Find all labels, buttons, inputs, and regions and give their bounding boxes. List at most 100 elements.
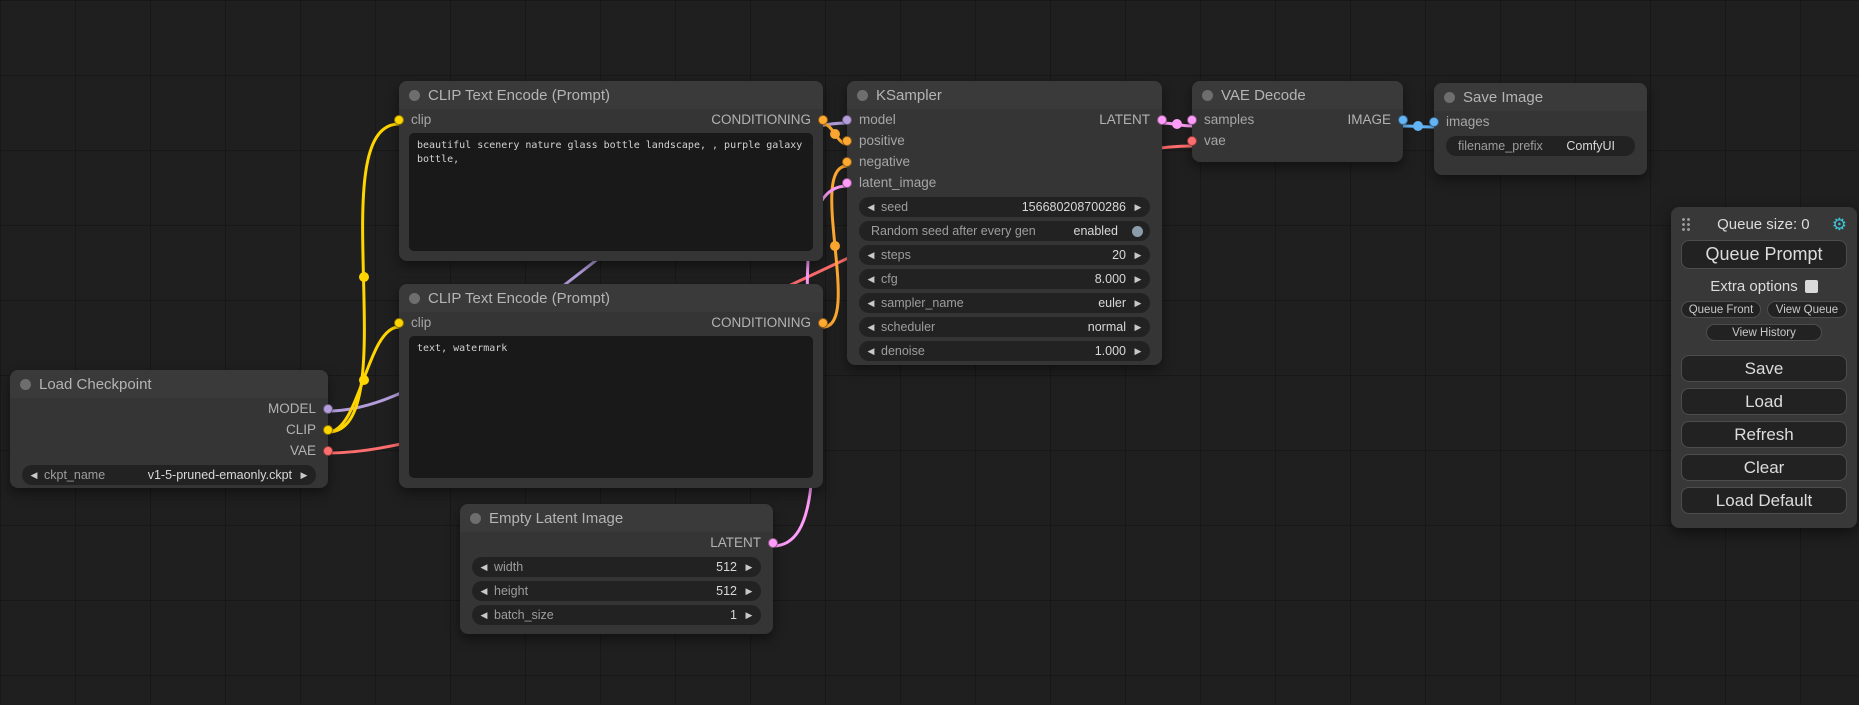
slot-label-latent-image: latent_image (859, 175, 936, 190)
node-title-bar[interactable]: CLIP Text Encode (Prompt) (399, 81, 823, 109)
next-value-arrow-icon[interactable] (298, 465, 310, 485)
next-value-arrow-icon[interactable] (1132, 293, 1144, 313)
node-collapse-icon[interactable] (857, 90, 868, 101)
widget-cfg[interactable]: cfg 8.000 (859, 269, 1150, 289)
prev-value-arrow-icon[interactable] (478, 605, 490, 625)
vae-output-port-icon[interactable] (323, 446, 333, 456)
prev-value-arrow-icon[interactable] (865, 269, 877, 289)
node-title-bar[interactable]: Save Image (1434, 83, 1647, 111)
clip-input-port-icon[interactable] (394, 115, 404, 125)
widget-seed[interactable]: seed 156680208700286 (859, 197, 1150, 217)
node-title-bar[interactable]: Load Checkpoint (10, 370, 328, 398)
vae-input-port-icon[interactable] (1187, 136, 1197, 146)
widget-scheduler[interactable]: scheduler normal (859, 317, 1150, 337)
next-value-arrow-icon[interactable] (1132, 341, 1144, 361)
image-output-port-icon[interactable] (1398, 115, 1408, 125)
drag-handle-icon[interactable] (1681, 217, 1691, 232)
node-title-bar[interactable]: Empty Latent Image (460, 504, 773, 532)
node-collapse-icon[interactable] (470, 513, 481, 524)
next-value-arrow-icon[interactable] (1132, 245, 1144, 265)
next-value-arrow-icon[interactable] (1132, 197, 1144, 217)
node-collapse-icon[interactable] (20, 379, 31, 390)
widget-name: scheduler (881, 320, 935, 334)
node-title-bar[interactable]: CLIP Text Encode (Prompt) (399, 284, 823, 312)
next-value-arrow-icon[interactable] (743, 581, 755, 601)
latent-image-input-port-icon[interactable] (842, 178, 852, 188)
slot-label-vae: VAE (290, 443, 316, 458)
widget-sampler-name[interactable]: sampler_name euler (859, 293, 1150, 313)
prev-value-arrow-icon[interactable] (865, 293, 877, 313)
node-collapse-icon[interactable] (409, 90, 420, 101)
node-title-bar[interactable]: VAE Decode (1192, 81, 1403, 109)
prompt-textarea[interactable]: text, watermark (409, 336, 813, 478)
node-collapse-icon[interactable] (409, 293, 420, 304)
settings-gear-icon[interactable] (1832, 216, 1847, 233)
node-title: Load Checkpoint (39, 376, 152, 393)
widget-ckpt-name[interactable]: ckpt_name v1-5-pruned-emaonly.ckpt (22, 465, 316, 485)
node-empty-latent-image[interactable]: Empty Latent Image LATENT width 512 heig… (460, 504, 773, 634)
samples-input-port-icon[interactable] (1187, 115, 1197, 125)
conditioning-output-port-icon[interactable] (818, 115, 828, 125)
node-clip-text-encode-negative[interactable]: CLIP Text Encode (Prompt) clip CONDITION… (399, 284, 823, 488)
queue-panel-header: Queue size: 0 (1681, 214, 1847, 234)
widget-width[interactable]: width 512 (472, 557, 761, 577)
prev-value-arrow-icon[interactable] (478, 581, 490, 601)
refresh-button[interactable]: Refresh (1681, 421, 1847, 448)
queue-front-button[interactable]: Queue Front (1681, 301, 1761, 318)
latent-output-port-icon[interactable] (1157, 115, 1167, 125)
prev-value-arrow-icon[interactable] (865, 245, 877, 265)
widget-batch-size[interactable]: batch_size 1 (472, 605, 761, 625)
positive-input-port-icon[interactable] (842, 136, 852, 146)
conditioning-output-port-icon[interactable] (818, 318, 828, 328)
slot-label-clip: CLIP (286, 422, 316, 437)
slot-label-images: images (1446, 114, 1490, 129)
clip-input-port-icon[interactable] (394, 318, 404, 328)
view-queue-button[interactable]: View Queue (1767, 301, 1847, 318)
prev-value-arrow-icon[interactable] (865, 341, 877, 361)
node-title: CLIP Text Encode (Prompt) (428, 87, 610, 104)
load-button[interactable]: Load (1681, 388, 1847, 415)
link-midpoint-dot (830, 241, 840, 251)
images-input-port-icon[interactable] (1429, 117, 1439, 127)
prompt-textarea[interactable]: beautiful scenery nature glass bottle la… (409, 133, 813, 251)
node-save-image[interactable]: Save Image images filename_prefix ComfyU… (1434, 83, 1647, 175)
prev-value-arrow-icon[interactable] (865, 197, 877, 217)
node-clip-text-encode-positive[interactable]: CLIP Text Encode (Prompt) clip CONDITION… (399, 81, 823, 261)
latent-output-port-icon[interactable] (768, 538, 778, 548)
slot-row: model LATENT (847, 109, 1162, 130)
model-output-port-icon[interactable] (323, 404, 333, 414)
widget-value: 8.000 (1095, 272, 1126, 286)
view-history-button[interactable]: View History (1706, 324, 1822, 341)
next-value-arrow-icon[interactable] (743, 557, 755, 577)
prev-value-arrow-icon[interactable] (28, 465, 40, 485)
widget-filename-prefix[interactable]: filename_prefix ComfyUI (1446, 136, 1635, 156)
toggle-knob-icon[interactable] (1132, 226, 1143, 237)
queue-prompt-button[interactable]: Queue Prompt (1681, 240, 1847, 269)
model-input-port-icon[interactable] (842, 115, 852, 125)
clear-button[interactable]: Clear (1681, 454, 1847, 481)
node-collapse-icon[interactable] (1202, 90, 1213, 101)
widget-random-seed-toggle[interactable]: Random seed after every gen enabled (859, 221, 1150, 241)
node-ksampler[interactable]: KSampler model LATENT positive negative … (847, 81, 1162, 365)
widget-value: 20 (1112, 248, 1126, 262)
widget-steps[interactable]: steps 20 (859, 245, 1150, 265)
save-button[interactable]: Save (1681, 355, 1847, 382)
next-value-arrow-icon[interactable] (1132, 269, 1144, 289)
node-vae-decode[interactable]: VAE Decode samples IMAGE vae (1192, 81, 1403, 162)
prev-value-arrow-icon[interactable] (478, 557, 490, 577)
next-value-arrow-icon[interactable] (1132, 317, 1144, 337)
node-graph-canvas[interactable]: Load Checkpoint MODEL CLIP VAE ckpt_name… (0, 0, 1859, 705)
slot-row: latent_image (847, 172, 1162, 193)
negative-input-port-icon[interactable] (842, 157, 852, 167)
node-collapse-icon[interactable] (1444, 92, 1455, 103)
prev-value-arrow-icon[interactable] (865, 317, 877, 337)
next-value-arrow-icon[interactable] (743, 605, 755, 625)
clip-output-port-icon[interactable] (323, 425, 333, 435)
load-default-button[interactable]: Load Default (1681, 487, 1847, 514)
node-title-bar[interactable]: KSampler (847, 81, 1162, 109)
output-slot-row: LATENT (460, 532, 773, 553)
node-load-checkpoint[interactable]: Load Checkpoint MODEL CLIP VAE ckpt_name… (10, 370, 328, 488)
extra-options-checkbox[interactable] (1805, 280, 1818, 293)
widget-height[interactable]: height 512 (472, 581, 761, 601)
widget-denoise[interactable]: denoise 1.000 (859, 341, 1150, 361)
